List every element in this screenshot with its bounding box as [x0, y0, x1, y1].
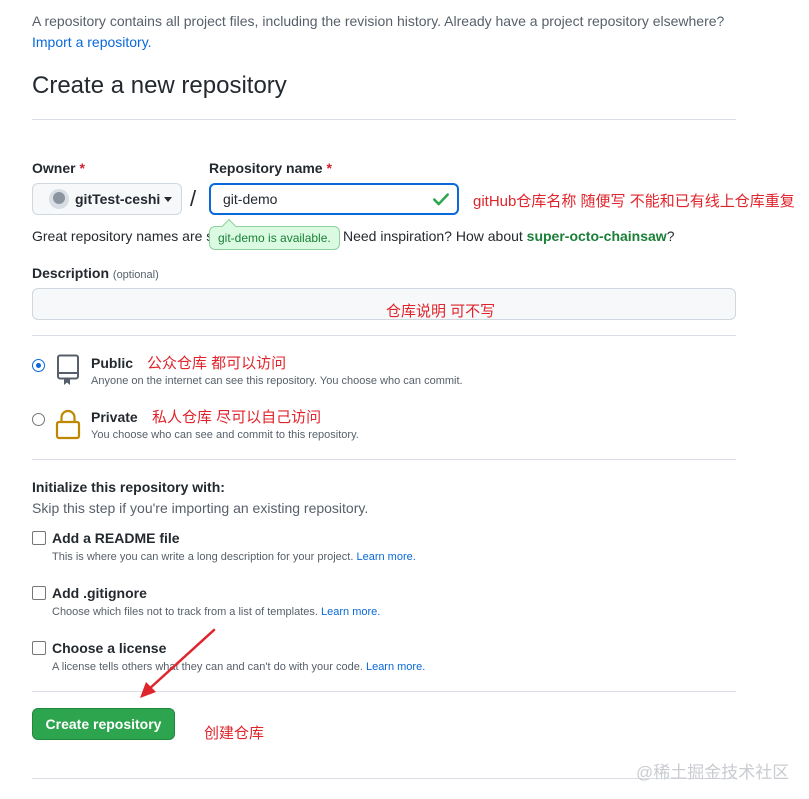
watermark: @稀土掘金技术社区 [636, 763, 790, 782]
public-title: Public [91, 355, 134, 371]
lock-icon [55, 409, 81, 440]
divider [32, 335, 736, 336]
repo-name-label: Repository name * [209, 160, 332, 176]
repo-book-icon [57, 354, 79, 385]
gitignore-title: Add .gitignore [52, 585, 147, 601]
owner-label: Owner * [32, 160, 85, 176]
public-desc: Anyone on the internet can see this repo… [91, 375, 463, 387]
init-title: Initialize this repository with: [32, 479, 225, 495]
annotation-arrow-icon [140, 628, 216, 698]
readme-checkbox[interactable] [32, 531, 46, 545]
private-radio[interactable] [32, 413, 45, 426]
license-learn-more-link[interactable]: Learn more. [366, 661, 425, 673]
name-hint: Need inspiration? How about super-octo-c… [343, 228, 675, 244]
owner-value: gitTest-ceshi [75, 191, 161, 207]
annotation-public: 公众仓库 都可以访问 [147, 355, 287, 372]
chevron-down-icon [164, 196, 173, 202]
license-desc: A license tells others what they can and… [52, 661, 425, 673]
private-title: Private [91, 409, 138, 425]
name-hint-suffix: ? [666, 228, 675, 244]
private-desc: You choose who can see and commit to thi… [91, 429, 359, 441]
gitignore-checkbox[interactable] [32, 586, 46, 600]
readme-learn-more-link[interactable]: Learn more. [356, 551, 415, 563]
readme-title: Add a README file [52, 530, 180, 546]
init-subtitle: Skip this step if you're importing an ex… [32, 500, 369, 516]
gitignore-desc: Choose which files not to track from a l… [52, 606, 380, 618]
description-input[interactable] [32, 288, 736, 320]
repo-name-input[interactable] [209, 183, 459, 215]
divider [32, 778, 736, 779]
annotation-repo-name: gitHub仓库名称 随便写 不能和已有线上仓库重复 [473, 193, 795, 210]
description-label: Description (optional) [32, 265, 159, 281]
annotation-private: 私人仓库 尽可以自己访问 [152, 409, 322, 426]
annotation-create: 创建仓库 [204, 725, 265, 742]
owner-select[interactable]: gitTest-ceshi [32, 183, 182, 215]
readme-desc: This is where you can write a long descr… [52, 551, 416, 563]
description-label-text: Description [32, 265, 110, 281]
avatar [49, 189, 69, 209]
owner-repo-separator: / [190, 186, 197, 211]
name-hint-prefix: Great repository names are s [32, 228, 214, 244]
import-repository-link[interactable]: Import a repository. [32, 34, 152, 50]
gitignore-desc-text: Choose which files not to track from a l… [52, 606, 318, 618]
license-checkbox[interactable] [32, 641, 46, 655]
public-radio[interactable] [32, 359, 45, 372]
owner-required-mark: * [79, 160, 85, 176]
divider [32, 459, 736, 460]
intro-sentence: A repository contains all project files,… [32, 13, 725, 29]
annotation-description: 仓库说明 可不写 [386, 303, 496, 320]
readme-desc-text: This is where you can write a long descr… [52, 551, 354, 563]
description-optional: (optional) [112, 269, 159, 281]
repo-name-required-mark: * [326, 160, 332, 176]
create-repository-button[interactable]: Create repository [32, 708, 175, 740]
repo-name-label-text: Repository name [209, 160, 323, 176]
name-hint-middle: Need inspiration? How about [343, 228, 527, 244]
check-icon [433, 193, 449, 206]
divider [32, 119, 736, 120]
name-suggestion-link[interactable]: super-octo-chainsaw [527, 228, 667, 244]
gitignore-learn-more-link[interactable]: Learn more. [321, 606, 380, 618]
owner-label-text: Owner [32, 160, 76, 176]
page-title: Create a new repository [32, 72, 287, 99]
availability-tooltip: git-demo is available. [209, 226, 340, 250]
intro-text: A repository contains all project files,… [32, 11, 772, 53]
